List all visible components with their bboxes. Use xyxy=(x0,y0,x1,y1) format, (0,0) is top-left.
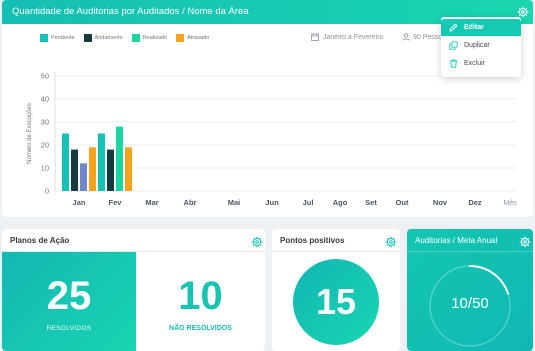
trash-icon xyxy=(450,59,457,68)
bar-pendente-jan[interactable] xyxy=(62,133,69,192)
y-axis-label: Número de Execuções xyxy=(27,103,33,164)
resolved-label: RESOLVIDOS xyxy=(46,325,92,332)
gear-icon[interactable] xyxy=(385,236,397,248)
bar-realizado-fev[interactable] xyxy=(116,126,123,191)
legend-swatch xyxy=(176,34,185,42)
y-tick-label: 10 xyxy=(41,164,49,173)
x-tick-label: Jun xyxy=(265,198,279,207)
bar-andamento-fev[interactable] xyxy=(107,149,114,191)
y-tick-label: 30 xyxy=(41,118,49,127)
planos-card: Planos de Ação 25 RESOLVIDOS 10 NÃO RESO… xyxy=(2,229,265,351)
meta-value: 10/50 xyxy=(451,295,489,312)
y-tick-label: 20 xyxy=(41,141,49,150)
menu-label: Duplicar xyxy=(464,42,490,49)
x-tick-label: Dez xyxy=(468,198,482,207)
legend-label: Atrasado xyxy=(187,35,210,41)
menu-item-editar[interactable]: Editar xyxy=(441,19,521,36)
period-filter[interactable]: Janeiro a Fevereiro xyxy=(311,33,383,41)
calendar-icon xyxy=(311,33,319,41)
legend-swatch xyxy=(83,34,92,42)
x-tick-label: Out xyxy=(396,198,409,207)
resolved-panel: 25 RESOLVIDOS xyxy=(2,252,136,351)
card-divider xyxy=(407,251,533,252)
pencil-icon xyxy=(449,23,458,32)
x-tick-label: Ago xyxy=(333,198,348,207)
person-icon xyxy=(402,33,410,41)
period-label: Janeiro a Fevereiro xyxy=(323,33,384,41)
legend-swatch xyxy=(40,34,48,42)
bar-pendente-fev[interactable] xyxy=(98,133,105,192)
bar-atrasado-jan[interactable] xyxy=(89,147,96,191)
menu-item-duplicar[interactable]: Duplicar xyxy=(441,37,521,54)
menu-label: Excluir xyxy=(464,60,486,67)
people-filter[interactable]: 90 Pessoa xyxy=(402,33,446,41)
legend-swatch xyxy=(131,34,140,42)
bar-atrasado-fev[interactable] xyxy=(125,147,132,191)
unresolved-value: 10 xyxy=(178,274,223,318)
legend-item-andamento[interactable]: Andamento xyxy=(83,34,123,42)
menu-item-excluir[interactable]: Excluir xyxy=(441,55,521,72)
legend-item-atrasado[interactable]: Atrasado xyxy=(176,34,209,42)
y-tick-label: 50 xyxy=(41,72,49,81)
x-tick-label: Jul xyxy=(303,198,314,207)
meta-card: Auditorias / Meta Anual 10/50 xyxy=(407,229,533,351)
gear-icon[interactable] xyxy=(251,236,263,248)
pontos-value: 15 xyxy=(315,281,357,322)
duplicate-icon xyxy=(449,41,458,50)
bar-chart: 0 10 20 30 40 50 Número de Execuções Jan Fev Mar A… xyxy=(27,72,517,208)
legend-item-realizado[interactable]: Realizado xyxy=(131,34,168,42)
bar-andamento-jan[interactable] xyxy=(71,149,78,191)
chart-title: Quantidade de Auditorias por Auditados /… xyxy=(12,6,249,17)
card-divider xyxy=(272,251,400,252)
x-tick-label: Mar xyxy=(145,198,158,207)
x-tick-label: Fev xyxy=(109,198,123,207)
menu-label: Editar xyxy=(464,24,484,31)
x-tick-label: Mai xyxy=(228,198,241,207)
x-axis-label: Mês xyxy=(503,200,517,207)
pontos-card: Pontos positivos 15 xyxy=(272,229,400,351)
gear-icon[interactable] xyxy=(519,236,531,248)
legend-item-pendente[interactable]: Pendente xyxy=(40,34,75,42)
progress-ring-arc xyxy=(469,265,510,295)
legend-label: Realizado xyxy=(142,35,168,41)
x-tick-label: Jan xyxy=(73,198,86,207)
unresolved-label: NÃO RESOLVIDOS xyxy=(169,325,232,332)
y-tick-label: 40 xyxy=(41,95,49,104)
x-tick-label: Abr xyxy=(184,198,197,207)
bar-extra-jan[interactable] xyxy=(80,163,87,191)
x-tick-label: Set xyxy=(365,198,377,207)
x-tick-label: Nov xyxy=(433,198,448,207)
pontos-title: Pontos positivos xyxy=(280,236,345,245)
legend-label: Andamento xyxy=(94,35,123,41)
meta-title: Auditorias / Meta Anual xyxy=(415,236,498,245)
chart-legend: Pendente Andamento Realizado Atrasado xyxy=(40,34,209,42)
context-menu: Editar Duplicar Excluir xyxy=(441,17,521,77)
planos-title: Planos de Ação xyxy=(10,236,70,245)
legend-label: Pendente xyxy=(51,35,75,41)
y-tick-label: 0 xyxy=(45,187,49,196)
resolved-value: 25 xyxy=(46,274,92,318)
